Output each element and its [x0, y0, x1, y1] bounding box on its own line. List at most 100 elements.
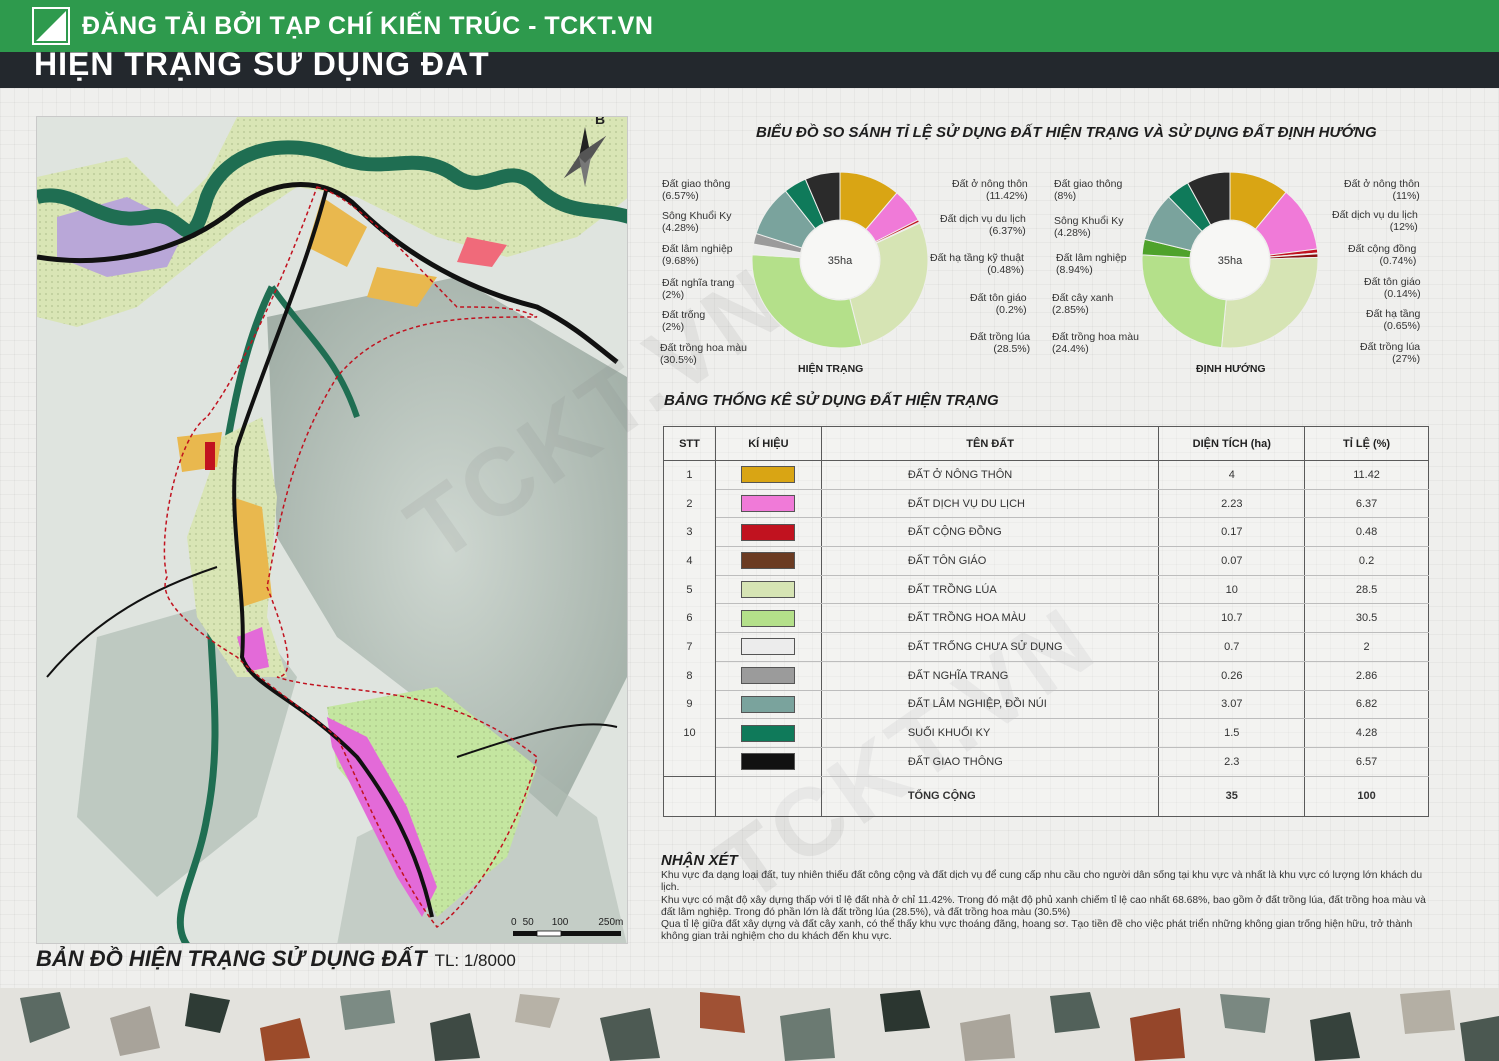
donut-label-value: (4.28%): [1054, 227, 1091, 239]
table-row: ĐẤT GIAO THÔNG 2.3 6.57: [663, 747, 1429, 777]
donut-label: Đất trống (2%): [662, 309, 705, 333]
table-total-row: TỔNG CỘNG 35 100: [663, 775, 1429, 817]
color-swatch: [741, 581, 796, 599]
terrazzo-footer: [0, 988, 1499, 1061]
header-name: TÊN ĐẤT: [820, 426, 1160, 461]
table-row: 1 ĐẤT Ở NÔNG THÔN 4 11.42: [663, 460, 1429, 490]
donut-label-value: (0.14%): [1383, 288, 1421, 300]
row-percent: 2: [1304, 632, 1429, 662]
donut-label: Đất giao thông (6.57%): [662, 178, 730, 202]
donut-label-value: (0.65%): [1383, 320, 1421, 332]
donut-label-name: Đất trồng lúa: [970, 331, 1031, 343]
donut-label: Đất ở nông thôn (11%): [1344, 178, 1420, 202]
donut-label-name: Đất hạ tầng: [1366, 308, 1421, 320]
row-name: ĐẤT CỘNG ĐỒNG: [820, 517, 1160, 548]
donut-label-value: (8.94%): [1056, 264, 1093, 276]
row-stt: 6: [663, 603, 716, 633]
color-swatch: [741, 495, 796, 513]
donut-label-name: Đất cộng đồng: [1348, 243, 1417, 255]
color-swatch: [741, 724, 796, 742]
row-area: 10.7: [1158, 603, 1306, 634]
table-row: 6 ĐẤT TRỒNG HOA MÀU 10.7 30.5: [663, 603, 1429, 634]
scale-bar: [513, 930, 621, 937]
scalebar-label: 0: [511, 917, 517, 928]
row-stt: 1: [663, 460, 716, 490]
table-row: 5 ĐẤT TRỒNG LÚA 10 28.5: [663, 575, 1429, 605]
row-area: 0.07: [1158, 546, 1306, 576]
donut-center-label: 35ha: [1218, 255, 1243, 267]
donut-label: Đất dịch vụ du lịch (6.37%): [940, 213, 1026, 237]
donut-label-value: (0.74%): [1379, 255, 1417, 267]
donut-label-name: Đất nghĩa trang: [662, 277, 735, 289]
total-empty: [714, 775, 822, 817]
row-name: ĐẤT GIAO THÔNG: [820, 747, 1160, 777]
row-stt: 4: [663, 546, 716, 576]
row-area: 0.17: [1158, 517, 1306, 548]
donut-label: Đất trồng hoa màu (30.5%): [660, 342, 747, 366]
row-symbol: [714, 747, 822, 777]
donut-label: Đất cây xanh (2.85%): [1052, 292, 1113, 316]
color-swatch: [741, 667, 796, 685]
header-percent: TỈ LỆ (%): [1304, 426, 1429, 461]
color-swatch: [741, 638, 796, 656]
notes-title: NHẬN XÉT: [661, 852, 738, 869]
chart-title: BIỂU ĐỒ SO SÁNH TỈ LỆ SỬ DỤNG ĐẤT HIỆN T…: [756, 124, 1377, 141]
row-percent: 11.42: [1304, 460, 1429, 490]
donut-label: Đất trồng lúa (27%): [1360, 341, 1420, 365]
row-percent: 6.57: [1304, 747, 1429, 777]
donut-label: Đất nghĩa trang (2%): [662, 277, 734, 301]
notes-line: Khu vực đa dạng loại đất, tuy nhiên thiế…: [661, 870, 1423, 894]
color-swatch: [741, 523, 796, 541]
donut-label-value: (27%): [1392, 353, 1421, 365]
donut-label: Đất dịch vụ du lịch (12%): [1332, 209, 1418, 233]
scalebar-label: 100: [551, 917, 569, 928]
table-row: 9 ĐẤT LÂM NGHIỆP, ĐỒI NÚI 3.07 6.82: [663, 690, 1429, 720]
color-swatch: [741, 753, 796, 771]
donut-label: Đất giao thông (8%): [1054, 178, 1122, 202]
row-stt: 7: [663, 632, 716, 662]
row-symbol: [714, 546, 822, 576]
table-header-row: STT KÍ HIỆU TÊN ĐẤT DIỆN TÍCH (ha) TỈ LỆ…: [663, 426, 1429, 461]
donut-label: Đất hạ tầng kỹ thuật (0.48%): [930, 252, 1024, 276]
row-stt: 2: [663, 489, 716, 518]
donut-caption-current: HIỆN TRẠNG: [798, 363, 864, 375]
row-name: ĐẤT TÔN GIÁO: [820, 546, 1160, 576]
row-stt: 8: [663, 661, 716, 690]
donut-label-value: (11%): [1392, 190, 1420, 202]
row-percent: 4.28: [1304, 718, 1429, 748]
donut-label-name: Đất hạ tầng kỹ thuật: [930, 252, 1024, 264]
donut-label: Đất ở nông thôn (11.42%): [952, 178, 1028, 202]
donut-label: Sông Khuổi Ky (4.28%): [662, 210, 731, 234]
row-percent: 6.82: [1304, 690, 1429, 720]
row-stt: 3: [663, 517, 716, 547]
donut-label: Đất hạ tầng (0.65%): [1366, 308, 1420, 332]
donut-label-value: (24.4%): [1052, 343, 1089, 355]
table-row: 8 ĐẤT NGHĨA TRANG 0.26 2.86: [663, 661, 1429, 691]
row-name: ĐẤT NGHĨA TRANG: [820, 661, 1160, 691]
donut-label-name: Đất giao thông: [1054, 178, 1123, 190]
donut-label-value: (9.68%): [662, 255, 699, 267]
total-empty: [663, 775, 716, 817]
donut-label-name: Đất trống: [662, 309, 706, 321]
row-area: 0.26: [1158, 661, 1306, 691]
header-area: DIỆN TÍCH (ha): [1158, 426, 1306, 461]
row-symbol: [714, 575, 822, 605]
donut-label: Sông Khuổi Ky (4.28%): [1054, 215, 1123, 239]
donut-label-value: (0.2%): [995, 304, 1027, 316]
donut-label-name: Đất trồng hoa màu: [660, 342, 747, 354]
row-symbol: [714, 690, 822, 720]
row-percent: 0.2: [1304, 546, 1429, 576]
table-row: 3 ĐẤT CỘNG ĐỒNG 0.17 0.48: [663, 517, 1429, 548]
donut-label-value: (8%): [1054, 190, 1077, 202]
donut-label-name: Đất lâm nghiệp: [1056, 252, 1127, 264]
donut-label: Đất trồng lúa (28.5%): [970, 331, 1030, 355]
donut-label-name: Đất ở nông thôn: [952, 178, 1028, 190]
donut-label-name: Đất trồng hoa màu: [1052, 331, 1139, 343]
north-label: B: [595, 116, 606, 127]
table-row: 7 ĐẤT TRỐNG CHƯA SỬ DỤNG 0.7 2: [663, 632, 1429, 662]
scalebar-label: 250m: [598, 917, 624, 928]
terrazzo-pattern: [20, 990, 1499, 1061]
donut-label-value: (2%): [662, 321, 685, 333]
land-use-map: B 0 50 100 250m: [36, 116, 628, 944]
page-title: HIỆN TRẠNG SỬ DỤNG ĐẤT: [34, 52, 490, 82]
